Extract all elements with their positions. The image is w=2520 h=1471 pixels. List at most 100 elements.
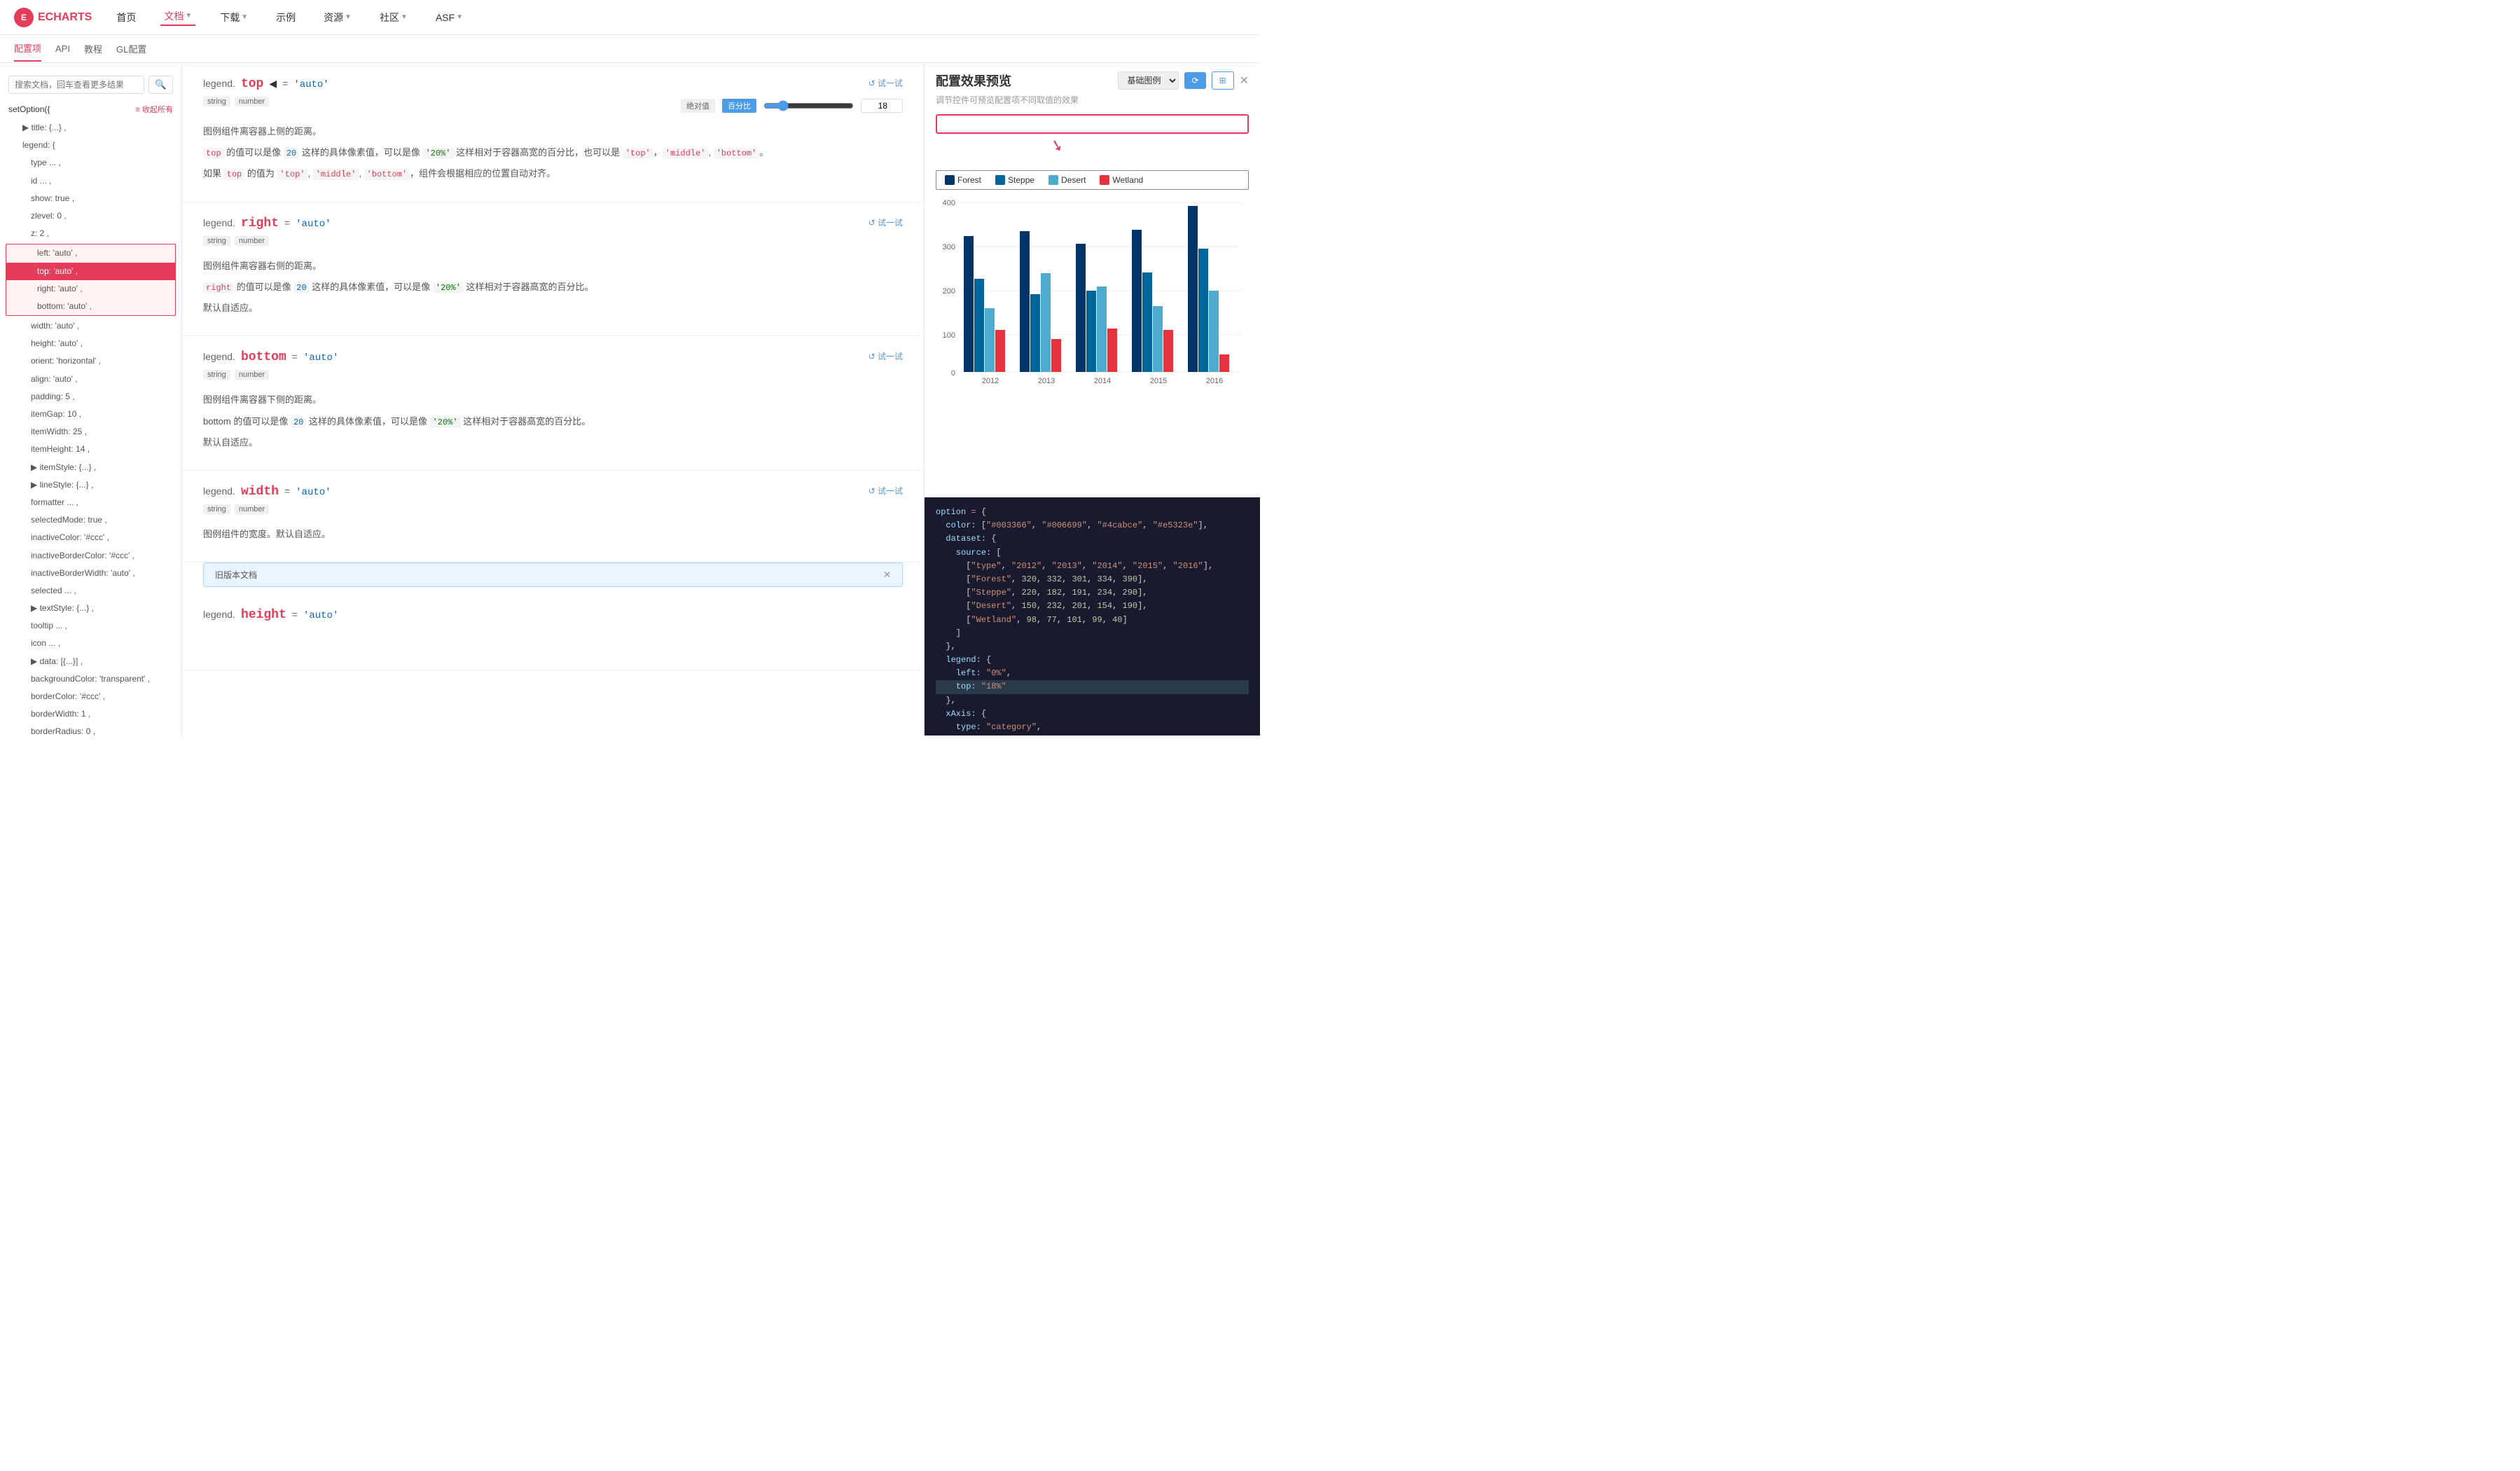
tab-gl[interactable]: GL配置	[116, 36, 146, 61]
tree-item-linestyle[interactable]: ▶ lineStyle: {...} ,	[0, 476, 181, 494]
inline-20pct-right: '20%'	[433, 282, 464, 293]
svg-text:2014: 2014	[1094, 377, 1111, 385]
tab-tutorial[interactable]: 教程	[84, 36, 102, 61]
preview-header: 配置效果预览 基础图例 ⟳ ⊞ ✕	[925, 63, 1260, 94]
search-button[interactable]: 🔍	[148, 76, 173, 94]
nav-download-arrow: ▼	[241, 13, 248, 21]
search-input[interactable]	[8, 76, 144, 94]
code-line-4: source: [	[936, 546, 1249, 560]
preview-expand-btn[interactable]: ⊞	[1212, 71, 1234, 90]
tree-item-orient[interactable]: orient: 'horizontal' ,	[0, 352, 181, 370]
tab-config[interactable]: 配置项	[14, 36, 41, 62]
tree-item-itemheight[interactable]: itemHeight: 14 ,	[0, 441, 181, 458]
tree-item-right[interactable]: right: 'auto' ,	[6, 280, 175, 298]
tree-item-inactivecolor[interactable]: inactiveColor: '#ccc' ,	[0, 529, 181, 546]
doc-tag-string: string	[203, 97, 230, 106]
try-btn-width[interactable]: ↺ 试一试	[868, 485, 903, 497]
try-btn-top[interactable]: ↺ 试一试	[868, 77, 903, 89]
doc-prefix-bottom: legend.	[203, 351, 235, 362]
code-section: option = { color: ["#003366", "#006699",…	[925, 497, 1260, 736]
doc-tag-string-right: string	[203, 236, 230, 246]
tree-item-title[interactable]: ▶ title: {...} ,	[0, 119, 181, 137]
nav-resources[interactable]: 资源 ▼	[320, 11, 355, 25]
doc-equals-bottom: =	[292, 351, 298, 362]
tree-item-z[interactable]: z: 2 ,	[0, 225, 181, 242]
doc-desc-right-1: 图例组件离容器右侧的距离。	[203, 258, 903, 274]
tree-item-textstyle[interactable]: ▶ textStyle: {...} ,	[0, 600, 181, 617]
nav-examples[interactable]: 示例	[272, 11, 299, 25]
tree-item-icon[interactable]: icon ... ,	[0, 635, 181, 652]
nav-resources-arrow: ▼	[345, 13, 352, 21]
preview-select[interactable]: 基础图例	[1118, 71, 1179, 90]
tree-item-padding[interactable]: padding: 5 ,	[0, 388, 181, 406]
inline-right: right	[203, 282, 234, 293]
doc-prefix-top: legend.	[203, 78, 235, 89]
preview-input-box[interactable]	[936, 114, 1249, 134]
tree-item-bottom[interactable]: bottom: 'auto' ,	[6, 298, 175, 315]
tree-item-itemgap[interactable]: itemGap: 10 ,	[0, 406, 181, 423]
tree-item-formatter[interactable]: formatter ... ,	[0, 494, 181, 511]
tree-item-id[interactable]: id ... ,	[0, 172, 181, 190]
tree-item-inactiveborderwidth[interactable]: inactiveBorderWidth: 'auto' ,	[0, 565, 181, 582]
code-line-8: ["Desert", 150, 232, 201, 154, 190],	[936, 600, 1249, 613]
preview-refresh-btn[interactable]: ⟳	[1184, 72, 1205, 89]
legend-dot-desert	[1048, 175, 1058, 185]
legend-item-wetland: Wetland	[1100, 175, 1143, 185]
try-btn-right[interactable]: ↺ 试一试	[868, 216, 903, 228]
tree-item-align[interactable]: align: 'auto' ,	[0, 371, 181, 388]
sidebar-search-row: 🔍	[0, 70, 181, 99]
chart-area: Forest Steppe Desert Wetland 400	[925, 165, 1260, 497]
old-doc-banner: 旧版本文档 ✕	[203, 562, 903, 587]
sidebar-collapse-btn[interactable]: ≡ 收起所有	[136, 104, 173, 115]
slider-top[interactable]	[763, 100, 854, 111]
number-input-top[interactable]	[861, 99, 903, 113]
tree-item-borderwidth[interactable]: borderWidth: 1 ,	[0, 705, 181, 723]
try-btn-bottom[interactable]: ↺ 试一试	[868, 350, 903, 362]
tree-item-top[interactable]: top: 'auto' ,	[6, 263, 175, 280]
nav-home[interactable]: 首页	[113, 11, 139, 25]
inline-bottom: 'bottom'	[714, 148, 760, 159]
tree-item-width[interactable]: width: 'auto' ,	[0, 317, 181, 335]
tree-item-data[interactable]: ▶ data: [{...}] ,	[0, 653, 181, 670]
doc-title-width: legend. width = 'auto'	[203, 485, 331, 499]
tree-item-selected[interactable]: selected ... ,	[0, 582, 181, 600]
tab-api[interactable]: API	[55, 38, 70, 60]
logo-text: ECHARTS	[38, 11, 92, 24]
tree-item-inactivebordercolor[interactable]: inactiveBorderColor: '#ccc' ,	[0, 547, 181, 565]
nav-download[interactable]: 下载 ▼	[216, 11, 251, 25]
doc-desc-width-1: 图例组件的宽度。默认自适应。	[203, 527, 903, 542]
preview-close-btn[interactable]: ✕	[1240, 74, 1249, 88]
tree-item-show[interactable]: show: true ,	[0, 190, 181, 207]
doc-section-top: legend. top ◀ = 'auto' string number ↺ 试…	[182, 63, 924, 202]
tree-item-itemstyle[interactable]: ▶ itemStyle: {...} ,	[0, 459, 181, 476]
tree-item-bgcolor[interactable]: backgroundColor: 'transparent' ,	[0, 670, 181, 688]
bar-chart: 400 300 200 100 0	[936, 195, 1244, 385]
tree-item-bordercolor[interactable]: borderColor: '#ccc' ,	[0, 688, 181, 705]
logo[interactable]: E ECHARTS	[14, 8, 92, 27]
nav-asf[interactable]: ASF ▼	[432, 12, 466, 23]
slider-absolute-label[interactable]: 绝对值	[681, 99, 715, 113]
tree-item-zlevel[interactable]: zlevel: 0 ,	[0, 207, 181, 225]
nav-docs[interactable]: 文档 ▼	[160, 9, 195, 26]
code-line-14-highlighted: top: "18%"	[936, 680, 1249, 693]
doc-collapse-arrow-top[interactable]: ◀	[269, 78, 277, 90]
svg-text:2013: 2013	[1038, 377, 1055, 385]
tree-item-itemwidth[interactable]: itemWidth: 25 ,	[0, 423, 181, 441]
nav-asf-arrow: ▼	[456, 13, 463, 21]
legend-dot-steppe	[995, 175, 1005, 185]
tree-item-left[interactable]: left: 'auto' ,	[6, 244, 175, 262]
slider-percent-label[interactable]: 百分比	[722, 99, 756, 113]
svg-text:2012: 2012	[982, 377, 999, 385]
code-line-7: ["Steppe", 220, 182, 191, 234, 290],	[936, 586, 1249, 600]
preview-title: 配置效果预览	[936, 71, 1011, 90]
tree-item-tooltip[interactable]: tooltip ... ,	[0, 617, 181, 635]
nav-community[interactable]: 社区 ▼	[376, 11, 411, 25]
svg-text:2015: 2015	[1150, 377, 1167, 385]
tree-item-selectedmode[interactable]: selectedMode: true ,	[0, 511, 181, 529]
old-doc-close-btn[interactable]: ✕	[883, 569, 891, 581]
tree-item-type[interactable]: type ... ,	[0, 154, 181, 172]
tree-item-borderradius[interactable]: borderRadius: 0 ,	[0, 723, 181, 736]
tree-item-legend[interactable]: legend: {	[0, 137, 181, 154]
tree-item-height[interactable]: height: 'auto' ,	[0, 335, 181, 352]
inline-middle2: 'middle'	[313, 169, 359, 180]
